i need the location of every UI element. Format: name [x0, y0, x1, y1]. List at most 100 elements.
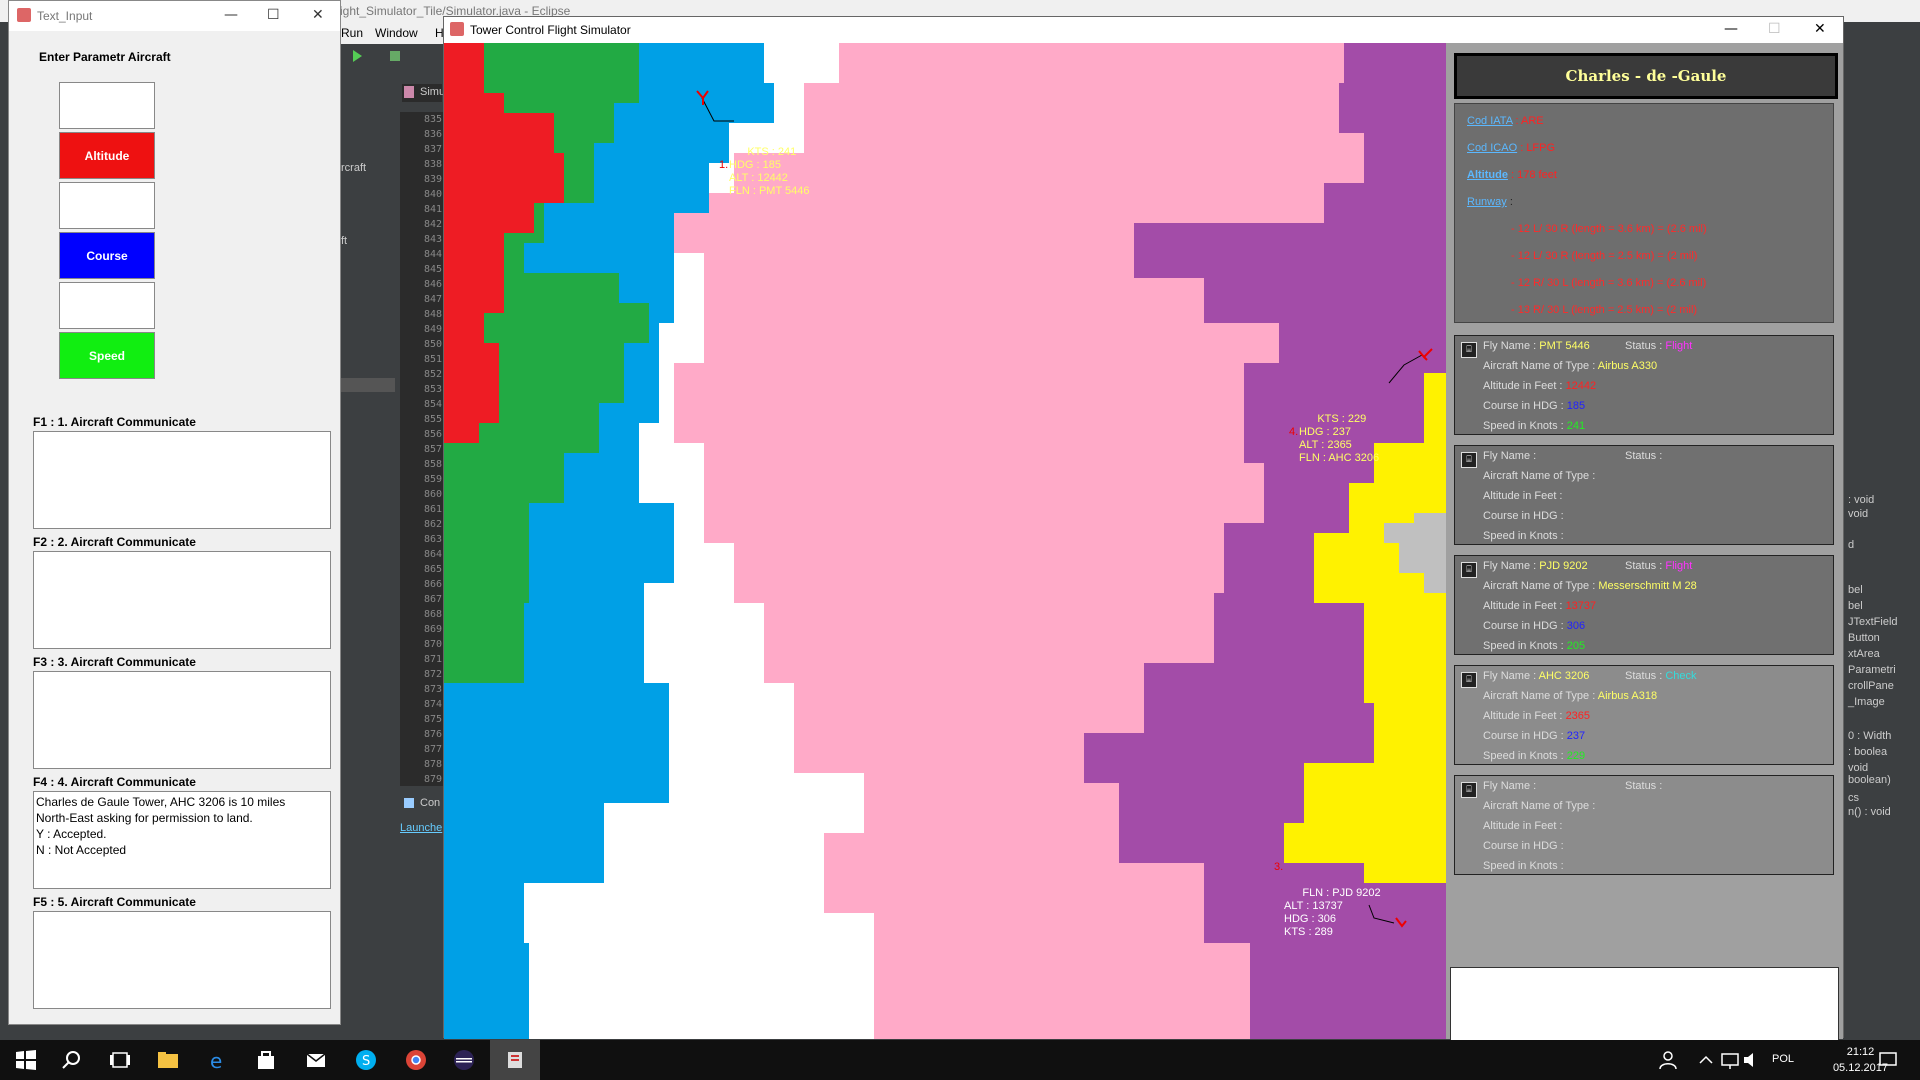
debug-icon[interactable]: [390, 51, 400, 61]
line-number: 842: [423, 219, 442, 230]
outline-item[interactable]: Button: [1848, 632, 1880, 644]
communicate-textarea-1[interactable]: [33, 431, 331, 529]
status-label: Status :: [1625, 670, 1663, 682]
language-indicator[interactable]: POL: [1772, 1053, 1794, 1065]
maximize-icon[interactable]: ☐: [1768, 21, 1781, 37]
file-explorer-icon[interactable]: [156, 1048, 180, 1072]
course-field[interactable]: Course: [59, 232, 155, 279]
chrome-icon[interactable]: [404, 1048, 428, 1072]
run-icon[interactable]: [353, 50, 362, 62]
communicate-textarea-2[interactable]: [33, 551, 331, 649]
eclipse-icon[interactable]: [452, 1048, 476, 1072]
outline-item[interactable]: n() : void: [1848, 806, 1891, 818]
flight-card[interactable]: ⌸ Fly Name : PMT 5446 Status : Flight Aircr…: [1454, 335, 1834, 435]
outline-item[interactable]: boolean): [1848, 774, 1891, 786]
line-number: 857: [423, 444, 442, 455]
outline-item[interactable]: : boolea: [1848, 746, 1887, 758]
outline-item[interactable]: bel: [1848, 600, 1863, 612]
speed-knots-value: 205: [1566, 640, 1586, 652]
speed-knots-label: Speed in Knots :: [1483, 420, 1564, 432]
minimize-icon[interactable]: —: [224, 7, 238, 23]
outline-item[interactable]: JTextField: [1848, 616, 1898, 628]
editor-tab[interactable]: Simu: [402, 84, 446, 102]
altitude-field[interactable]: Altitude: [59, 132, 155, 179]
launch-tab[interactable]: Launche: [400, 822, 442, 834]
communicate-textarea-3[interactable]: [33, 671, 331, 769]
altitude-label[interactable]: Altitude: [1467, 169, 1508, 181]
notifications-icon[interactable]: [1876, 1048, 1900, 1072]
status-value: Flight: [1665, 340, 1693, 352]
editor-tab-label: Simu: [420, 86, 446, 98]
chevron-up-icon[interactable]: [1694, 1048, 1718, 1072]
aircraft-3-data: FLN : PJD 9202 ALT : 13737 HDG : 306 KTS…: [1284, 887, 1381, 938]
eclipse-right-pane: : void void d bel bel JTextField Button xtArea P…: [1844, 44, 1920, 1040]
store-icon[interactable]: [254, 1048, 278, 1072]
flight-card[interactable]: ⌸ Fly Name : AHC 3206 Status : Check Aircra…: [1454, 665, 1834, 765]
flight-card[interactable]: ⌸ Fly Name : Status : Aircraft Name of Ty…: [1454, 775, 1834, 875]
maximize-icon[interactable]: ☐: [267, 7, 280, 23]
left-pane-scroll[interactable]: [339, 378, 395, 392]
line-number: 875: [423, 714, 442, 725]
flight-card[interactable]: ⌸ Fly Name : Status : Aircraft Name of Ty…: [1454, 445, 1834, 545]
icao-value: : LFPG: [1520, 142, 1556, 154]
speed-field[interactable]: Speed: [59, 332, 155, 379]
course-hdg-label: Course in HDG :: [1483, 840, 1564, 852]
minimize-icon[interactable]: —: [1724, 21, 1738, 37]
outline-item[interactable]: _Image: [1848, 696, 1885, 708]
runway-label[interactable]: Runway: [1467, 196, 1507, 208]
edge-icon[interactable]: e: [206, 1048, 230, 1072]
type-label: Aircraft Name of Type :: [1483, 690, 1596, 702]
people-icon[interactable]: [1656, 1048, 1680, 1072]
info-panel: Charles - de -Gaule Cod IATA : ARE Cod I…: [1446, 43, 1843, 1061]
java-taskbar-active[interactable]: [490, 1040, 540, 1080]
outline-item[interactable]: 0 : Width: [1848, 730, 1891, 742]
radar-map[interactable]: 1. KTS : 241 HDG : 185 ALT : 12442 FLN :…: [444, 43, 1446, 1039]
outline-item[interactable]: bel: [1848, 584, 1863, 596]
outline-item[interactable]: xtArea: [1848, 648, 1880, 660]
line-number: 877: [423, 744, 442, 755]
type-label: Aircraft Name of Type :: [1483, 470, 1596, 482]
fly-name-label: Fly Name :: [1483, 560, 1537, 572]
outline-item[interactable]: crollPane: [1848, 680, 1894, 692]
iata-label[interactable]: Cod IATA: [1467, 115, 1512, 127]
aircraft-1-label[interactable]: 1. KTS : 241 HDG : 185 ALT : 12442 FLN :…: [719, 120, 810, 211]
parameter-input-2[interactable]: [59, 182, 155, 229]
altitude-feet-label: Altitude in Feet :: [1483, 600, 1563, 612]
skype-icon[interactable]: S: [354, 1048, 378, 1072]
close-icon[interactable]: ✕: [312, 7, 324, 23]
runway-2: - 12 L/ 30 R (length = 2.5 km) = (2 mil): [1511, 250, 1698, 262]
icao-label[interactable]: Cod ICAO: [1467, 142, 1517, 154]
aircraft-4-label[interactable]: 4. KTS : 229 HDG : 237 ALT : 2365 FLN : …: [1289, 387, 1379, 478]
console-tab[interactable]: Con: [402, 796, 442, 812]
outline-item[interactable]: d: [1848, 539, 1854, 551]
outline-item[interactable]: : void: [1848, 494, 1874, 506]
aircraft-3-label[interactable]: 3. FLN : PJD 9202 ALT : 13737 HDG : 306 …: [1274, 861, 1381, 952]
airport-info-box: Cod IATA : ARE Cod ICAO : LFPG Altitude …: [1454, 103, 1834, 323]
outline-item[interactable]: cs: [1848, 792, 1859, 804]
close-icon[interactable]: ✕: [1814, 21, 1826, 37]
type-value: Airbus A318: [1597, 690, 1658, 702]
search-icon[interactable]: [60, 1048, 84, 1072]
line-number: 868: [423, 609, 442, 620]
menu-run[interactable]: Run: [341, 26, 363, 40]
fly-name-value: AHC 3206: [1538, 670, 1590, 682]
volume-icon[interactable]: [1740, 1048, 1764, 1072]
communicate-textarea-4[interactable]: Charles de Gaule Tower, AHC 3206 is 10 m…: [33, 791, 331, 889]
outline-item[interactable]: void: [1848, 508, 1868, 520]
course-hdg-label: Course in HDG :: [1483, 730, 1564, 742]
flight-card[interactable]: ⌸ Fly Name : PJD 9202 Status : Flight Aircr…: [1454, 555, 1834, 655]
outline-item[interactable]: void: [1848, 762, 1868, 774]
aircraft-1-number: 1.: [719, 159, 729, 171]
enter-parameter-header: Enter Parametr Aircraft: [39, 50, 171, 64]
menu-window[interactable]: Window: [375, 26, 418, 40]
line-number: 854: [423, 399, 442, 410]
parameter-input-1[interactable]: [59, 82, 155, 129]
outline-item[interactable]: Parametri: [1848, 664, 1896, 676]
mail-icon[interactable]: [304, 1048, 328, 1072]
windows-start-icon[interactable]: [14, 1048, 38, 1072]
network-icon[interactable]: [1718, 1048, 1742, 1072]
parameter-input-3[interactable]: [59, 282, 155, 329]
communicate-textarea-5[interactable]: [33, 911, 331, 1009]
runway-1: - 12 L/ 30 R (length = 3.6 km) = (2.6 mi…: [1511, 223, 1707, 235]
task-view-icon[interactable]: [108, 1048, 132, 1072]
